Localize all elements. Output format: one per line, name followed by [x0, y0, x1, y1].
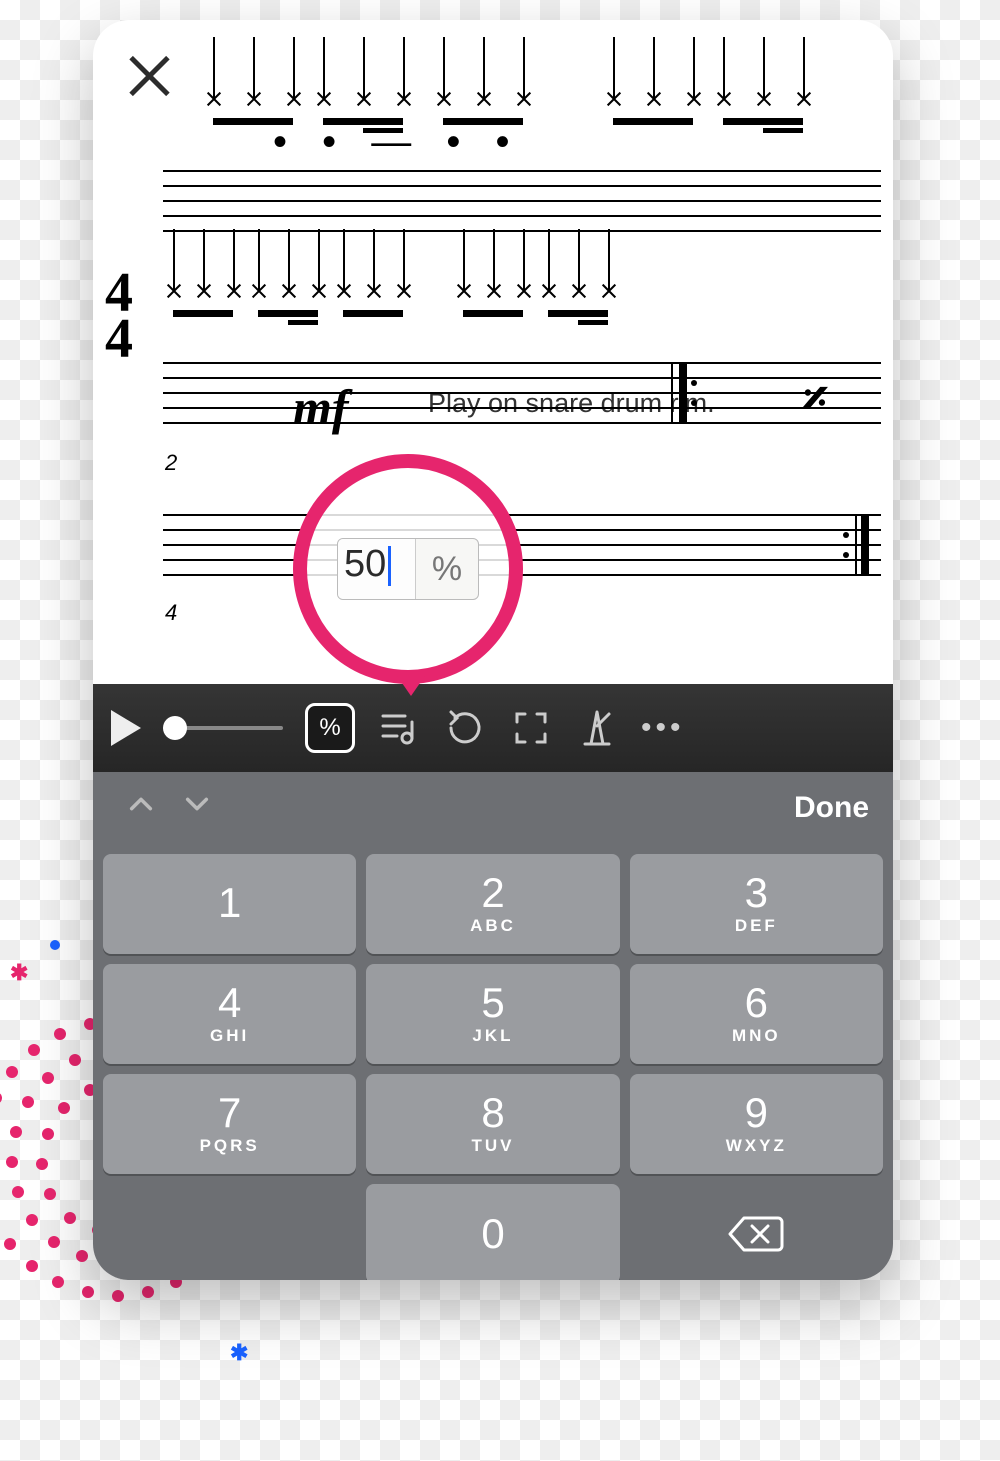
keypad-6[interactable]: 6MNO [630, 964, 883, 1064]
keypad-2[interactable]: 2ABC [366, 854, 619, 954]
prev-field-button[interactable] [117, 784, 165, 832]
playback-toolbar: % ••• [93, 684, 893, 772]
keyboard-accessory-bar: Done [93, 772, 893, 844]
measure-number: 2 [165, 450, 177, 476]
playlist-icon[interactable] [377, 706, 421, 750]
time-signature: 4 4 [105, 270, 133, 362]
tempo-value-input[interactable]: 50 [338, 539, 416, 599]
tempo-percent-button[interactable]: % [305, 703, 355, 753]
staff-line-1 [163, 170, 881, 232]
keypad-1[interactable]: 1 [103, 854, 356, 954]
keypad-8[interactable]: 8TUV [366, 1074, 619, 1174]
tempo-input-group: 50 % [337, 538, 479, 600]
seek-slider[interactable] [163, 726, 283, 730]
keypad-blank [103, 1184, 356, 1280]
measure-number: 4 [165, 600, 177, 626]
keyboard-done-button[interactable]: Done [794, 791, 869, 825]
loop-icon[interactable] [443, 706, 487, 750]
close-button[interactable] [123, 50, 175, 102]
numeric-keypad: 1 2ABC 3DEF 4GHI 5JKL 6MNO 7PQRS 8TUV 9W… [93, 844, 893, 1280]
tempo-unit-label: % [416, 539, 478, 599]
keypad-delete[interactable] [630, 1184, 883, 1280]
more-options-button[interactable]: ••• [641, 711, 685, 745]
metronome-icon[interactable] [575, 706, 619, 750]
keypad-9[interactable]: 9WXYZ [630, 1074, 883, 1174]
staff-line-2: 𝄎 [163, 362, 881, 424]
keypad-3[interactable]: 3DEF [630, 854, 883, 954]
play-button[interactable] [111, 710, 141, 746]
keypad-0[interactable]: 0 [366, 1184, 619, 1280]
phone-frame: • • — • • 4 4 [93, 20, 893, 1280]
simile-mark: 𝄎 [803, 370, 821, 429]
fullscreen-icon[interactable] [509, 706, 553, 750]
next-field-button[interactable] [173, 784, 221, 832]
keypad-7[interactable]: 7PQRS [103, 1074, 356, 1174]
tempo-popover-highlight: 50 % [293, 454, 523, 684]
popover-pointer [393, 670, 429, 696]
ornament-marks: • • — • • [273, 120, 893, 160]
keypad-4[interactable]: 4GHI [103, 964, 356, 1064]
keypad-5[interactable]: 5JKL [366, 964, 619, 1064]
